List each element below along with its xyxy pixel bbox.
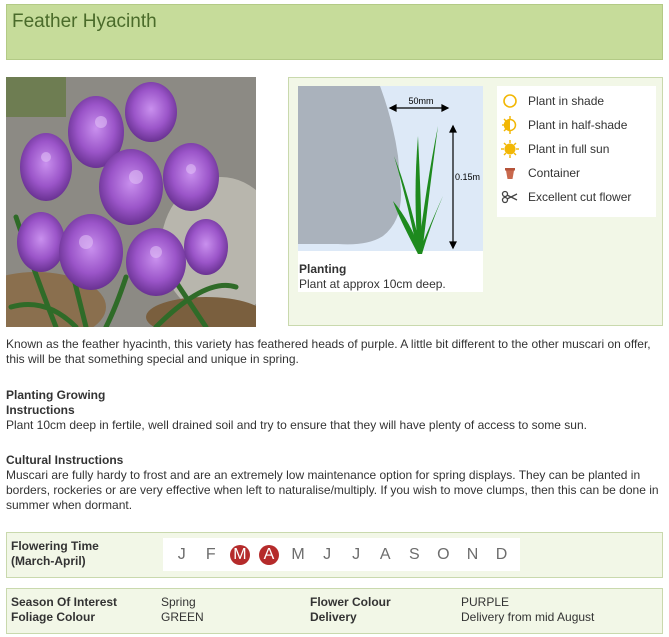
delivery-label: Delivery xyxy=(310,610,357,624)
cultural-text: Muscari are fully hardy to frost and are… xyxy=(6,468,659,512)
info-panel: 50mm 0.15m Planting Plant at approx 10cm… xyxy=(288,77,663,326)
season-value: Spring xyxy=(161,595,196,609)
plant-properties-box: Season Of Interest Spring Flower Colour … xyxy=(6,588,663,634)
season-label: Season Of Interest xyxy=(11,595,118,609)
legend-item-shade: Plant in shade xyxy=(497,89,656,113)
flower-colour-label: Flower Colour xyxy=(310,595,391,609)
month-oct: O xyxy=(437,545,450,563)
planting-label: Planting xyxy=(299,262,347,276)
shade-icon xyxy=(501,92,519,110)
plant-size-diagram: 50mm 0.15m xyxy=(298,86,483,254)
month-aug: A xyxy=(379,545,391,563)
full-sun-icon xyxy=(501,140,519,158)
flowering-time-box: Flowering Time (March-April) J F M A M J… xyxy=(6,532,663,578)
growing-conditions-legend: Plant in shade Plant in half-shade Plant… xyxy=(497,86,656,217)
cultural-heading: Cultural Instructions xyxy=(6,453,124,467)
month-dec: D xyxy=(495,545,508,563)
height-label: 0.15m xyxy=(455,172,480,182)
legend-label: Plant in half-shade xyxy=(528,118,628,132)
delivery-value: Delivery from mid August xyxy=(461,610,595,624)
month-jul: J xyxy=(352,545,361,563)
planting-growing-heading: Planting Growing Instructions xyxy=(6,388,106,417)
legend-label: Excellent cut flower xyxy=(528,190,632,204)
flowering-period: (March-April) xyxy=(11,554,86,568)
foliage-label: Foliage Colour xyxy=(11,610,95,624)
container-icon xyxy=(501,164,519,182)
foliage-value: GREEN xyxy=(161,610,204,624)
planting-box: 50mm 0.15m Planting Plant at approx 10cm… xyxy=(298,86,483,292)
month-sep: S xyxy=(408,545,420,563)
legend-item-container: Container xyxy=(497,161,656,185)
scissors-icon xyxy=(501,188,519,206)
title-bar: Feather Hyacinth xyxy=(6,4,663,60)
plant-photo xyxy=(6,77,256,327)
month-mar-active: M xyxy=(229,544,251,566)
half-shade-icon xyxy=(501,116,519,134)
flowering-time-label: Flowering Time (March-April) xyxy=(11,539,99,569)
legend-item-full-sun: Plant in full sun xyxy=(497,137,656,161)
planting-growing-text: Plant 10cm deep in fertile, well drained… xyxy=(6,418,587,432)
legend-item-cut-flower: Excellent cut flower xyxy=(497,185,656,209)
month-nov: N xyxy=(466,545,479,563)
page-title: Feather Hyacinth xyxy=(12,11,157,32)
legend-item-half-shade: Plant in half-shade xyxy=(497,113,656,137)
legend-label: Container xyxy=(528,166,581,180)
plant-description: Known as the feather hyacinth, this vari… xyxy=(6,337,651,366)
month-apr-active: A xyxy=(258,544,280,566)
month-may: M xyxy=(291,545,305,563)
planting-text: Plant at approx 10cm deep. xyxy=(299,277,446,291)
legend-label: Plant in full sun xyxy=(528,142,610,156)
month-jun: J xyxy=(323,545,332,563)
month-feb: F xyxy=(205,545,216,563)
width-label: 50mm xyxy=(408,96,433,106)
legend-label: Plant in shade xyxy=(528,94,605,108)
month-strip: J F M A M J J A S O N D xyxy=(163,538,520,571)
month-jan: J xyxy=(177,545,186,563)
flowering-time-title: Flowering Time xyxy=(11,539,99,553)
feather-hyacinth-photo xyxy=(6,77,256,327)
flower-colour-value: PURPLE xyxy=(461,595,510,609)
